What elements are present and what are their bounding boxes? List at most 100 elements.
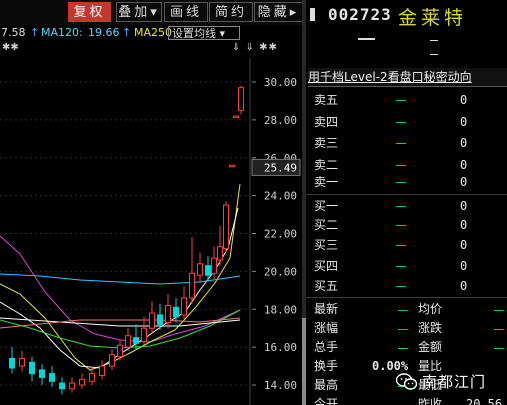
ask-volume: 0	[460, 115, 468, 129]
bid-volume: 0	[460, 279, 468, 293]
amount-placeholder	[494, 348, 504, 349]
price-tick-label: 16.00	[264, 341, 297, 354]
stock-code: 002723	[328, 5, 392, 24]
bid-label: 买五	[314, 279, 339, 293]
candle-body	[181, 297, 187, 316]
candle-body	[205, 265, 211, 276]
wechat-icon	[396, 373, 418, 390]
change-pct-placeholder-2	[398, 329, 408, 330]
volume-placeholder	[398, 348, 408, 349]
set-ma-dropdown[interactable]: 设置均线 ▾	[168, 26, 240, 40]
candle-body	[173, 306, 179, 318]
level2-promo-link[interactable]: 用千档Level-2看盘口秘密动向	[308, 68, 507, 87]
latest-placeholder	[398, 310, 408, 311]
ma120-value: 19.66	[88, 26, 120, 39]
change-pct-placeholder	[430, 54, 438, 55]
bid-volume: 0	[460, 259, 468, 273]
stat-turnover-label: 换手	[314, 359, 339, 373]
stat-change-label: 涨跌	[418, 321, 443, 335]
ma-arrow-icon-2: ↑	[122, 26, 132, 39]
bid-row-4[interactable]: 买四 0	[306, 255, 507, 277]
bid-row-3[interactable]: 买三 0	[306, 234, 507, 256]
simple-mode-button[interactable]: 简约	[209, 2, 253, 22]
candle-body	[39, 369, 45, 378]
ask-row-3[interactable]: 卖三 0	[306, 132, 507, 154]
candle-body	[165, 304, 171, 324]
promo-text-a: 用千档	[308, 70, 345, 84]
candle-body	[125, 335, 131, 348]
stock-chart-window: 复权 叠加▾ 画线 简约 隐藏▸ 7.58 ↑ MA120: 19.66 ↑ M…	[0, 0, 507, 405]
candle-body	[157, 314, 163, 325]
ask-label: 卖一	[314, 175, 339, 189]
candle-body	[133, 337, 139, 344]
chart-toolbar: 复权 叠加▾ 画线 简约 隐藏▸	[0, 0, 306, 25]
price-tick-label: 20.00	[264, 265, 297, 278]
candle-body	[109, 354, 115, 367]
adjust-rights-button[interactable]: 复权	[68, 2, 111, 22]
bid-row-2[interactable]: 买二 0	[306, 214, 507, 236]
bid-label: 买三	[314, 238, 339, 252]
stat-amount-label: 金额	[418, 340, 443, 354]
bid-label: 买四	[314, 259, 339, 273]
ask-label: 卖三	[314, 136, 339, 150]
draw-line-button[interactable]: 画线	[164, 2, 208, 22]
avg-placeholder	[494, 310, 504, 311]
hide-panel-button[interactable]: 隐藏▸	[254, 2, 303, 22]
event-markers-right: ⇓ ⇓ ✱✱	[232, 42, 278, 53]
quote-panel: 002723 金莱特 用千档Level-2看盘口秘密动向 卖五 0 卖四 0 卖三 0…	[306, 0, 507, 405]
price-tick-label: 28.00	[264, 114, 297, 127]
stat-open-label: 今开	[314, 397, 339, 405]
bid-volume: 0	[460, 218, 468, 232]
stat-latest-label: 最新	[314, 302, 339, 316]
price-tick-label: 30.00	[264, 76, 297, 89]
ask-row-1[interactable]: 卖一 0	[306, 171, 507, 193]
ma-legend: 7.58 ↑ MA120: 19.66 ↑ MA250	[0, 25, 306, 41]
watermark-text: 南都江门	[422, 373, 487, 391]
price-tick-label: 18.00	[264, 303, 297, 316]
panel-marker	[310, 8, 315, 21]
candlestick-chart[interactable]: 30.0028.0026.0024.0022.0020.0018.0016.00…	[0, 58, 302, 405]
stat-prev-close-label: 昨收	[418, 397, 443, 405]
candle-body	[59, 382, 65, 390]
candle-body	[69, 382, 75, 390]
ask-label: 卖四	[314, 115, 339, 129]
ask-volume: 0	[460, 93, 468, 107]
promo-text-b: Level-2看盘口秘密动向	[344, 70, 472, 84]
ma-arrow-icon: ↑	[30, 26, 40, 39]
ask-label: 卖五	[314, 93, 339, 107]
stock-name: 金莱特	[398, 7, 468, 29]
candle-body	[19, 357, 25, 367]
candle-body	[99, 365, 105, 377]
stat-change-pct-label: 涨幅	[314, 321, 339, 335]
change-placeholder	[430, 40, 438, 41]
ask-volume: 0	[460, 175, 468, 189]
candle-body	[189, 272, 195, 299]
ma250-label: MA250	[134, 26, 173, 39]
ask-row-4[interactable]: 卖四 0	[306, 111, 507, 133]
bid-row-5[interactable]: 买五 0	[306, 275, 507, 297]
candle-body	[89, 373, 95, 382]
candle-body	[233, 115, 239, 119]
stat-high-label: 最高	[314, 378, 339, 392]
ma-left-value: 7.58	[1, 26, 26, 39]
current-price-label: 25.49	[264, 161, 297, 174]
event-markers-left: ✱✱	[2, 42, 19, 53]
stats-divider	[306, 297, 507, 298]
candle-body	[197, 263, 203, 276]
stat-volume-label: 总手	[314, 340, 339, 354]
ma120-label: MA120:	[41, 26, 83, 39]
watermark: 南都江门	[394, 370, 502, 394]
price-placeholder	[358, 38, 375, 40]
change-placeholder-2	[494, 329, 504, 330]
ask-row-5[interactable]: 卖五 0	[306, 89, 507, 111]
candle-body	[149, 312, 155, 329]
overlay-button[interactable]: 叠加▾	[116, 2, 162, 22]
candle-body	[223, 204, 229, 250]
candle-body	[141, 327, 147, 342]
candle-body	[29, 361, 35, 375]
price-tick-label: 24.00	[264, 190, 297, 203]
price-tick-label: 22.00	[264, 228, 297, 241]
candle-body	[117, 344, 123, 358]
prev-close-value: 20.56	[466, 397, 503, 405]
ask-volume: 0	[460, 136, 468, 150]
